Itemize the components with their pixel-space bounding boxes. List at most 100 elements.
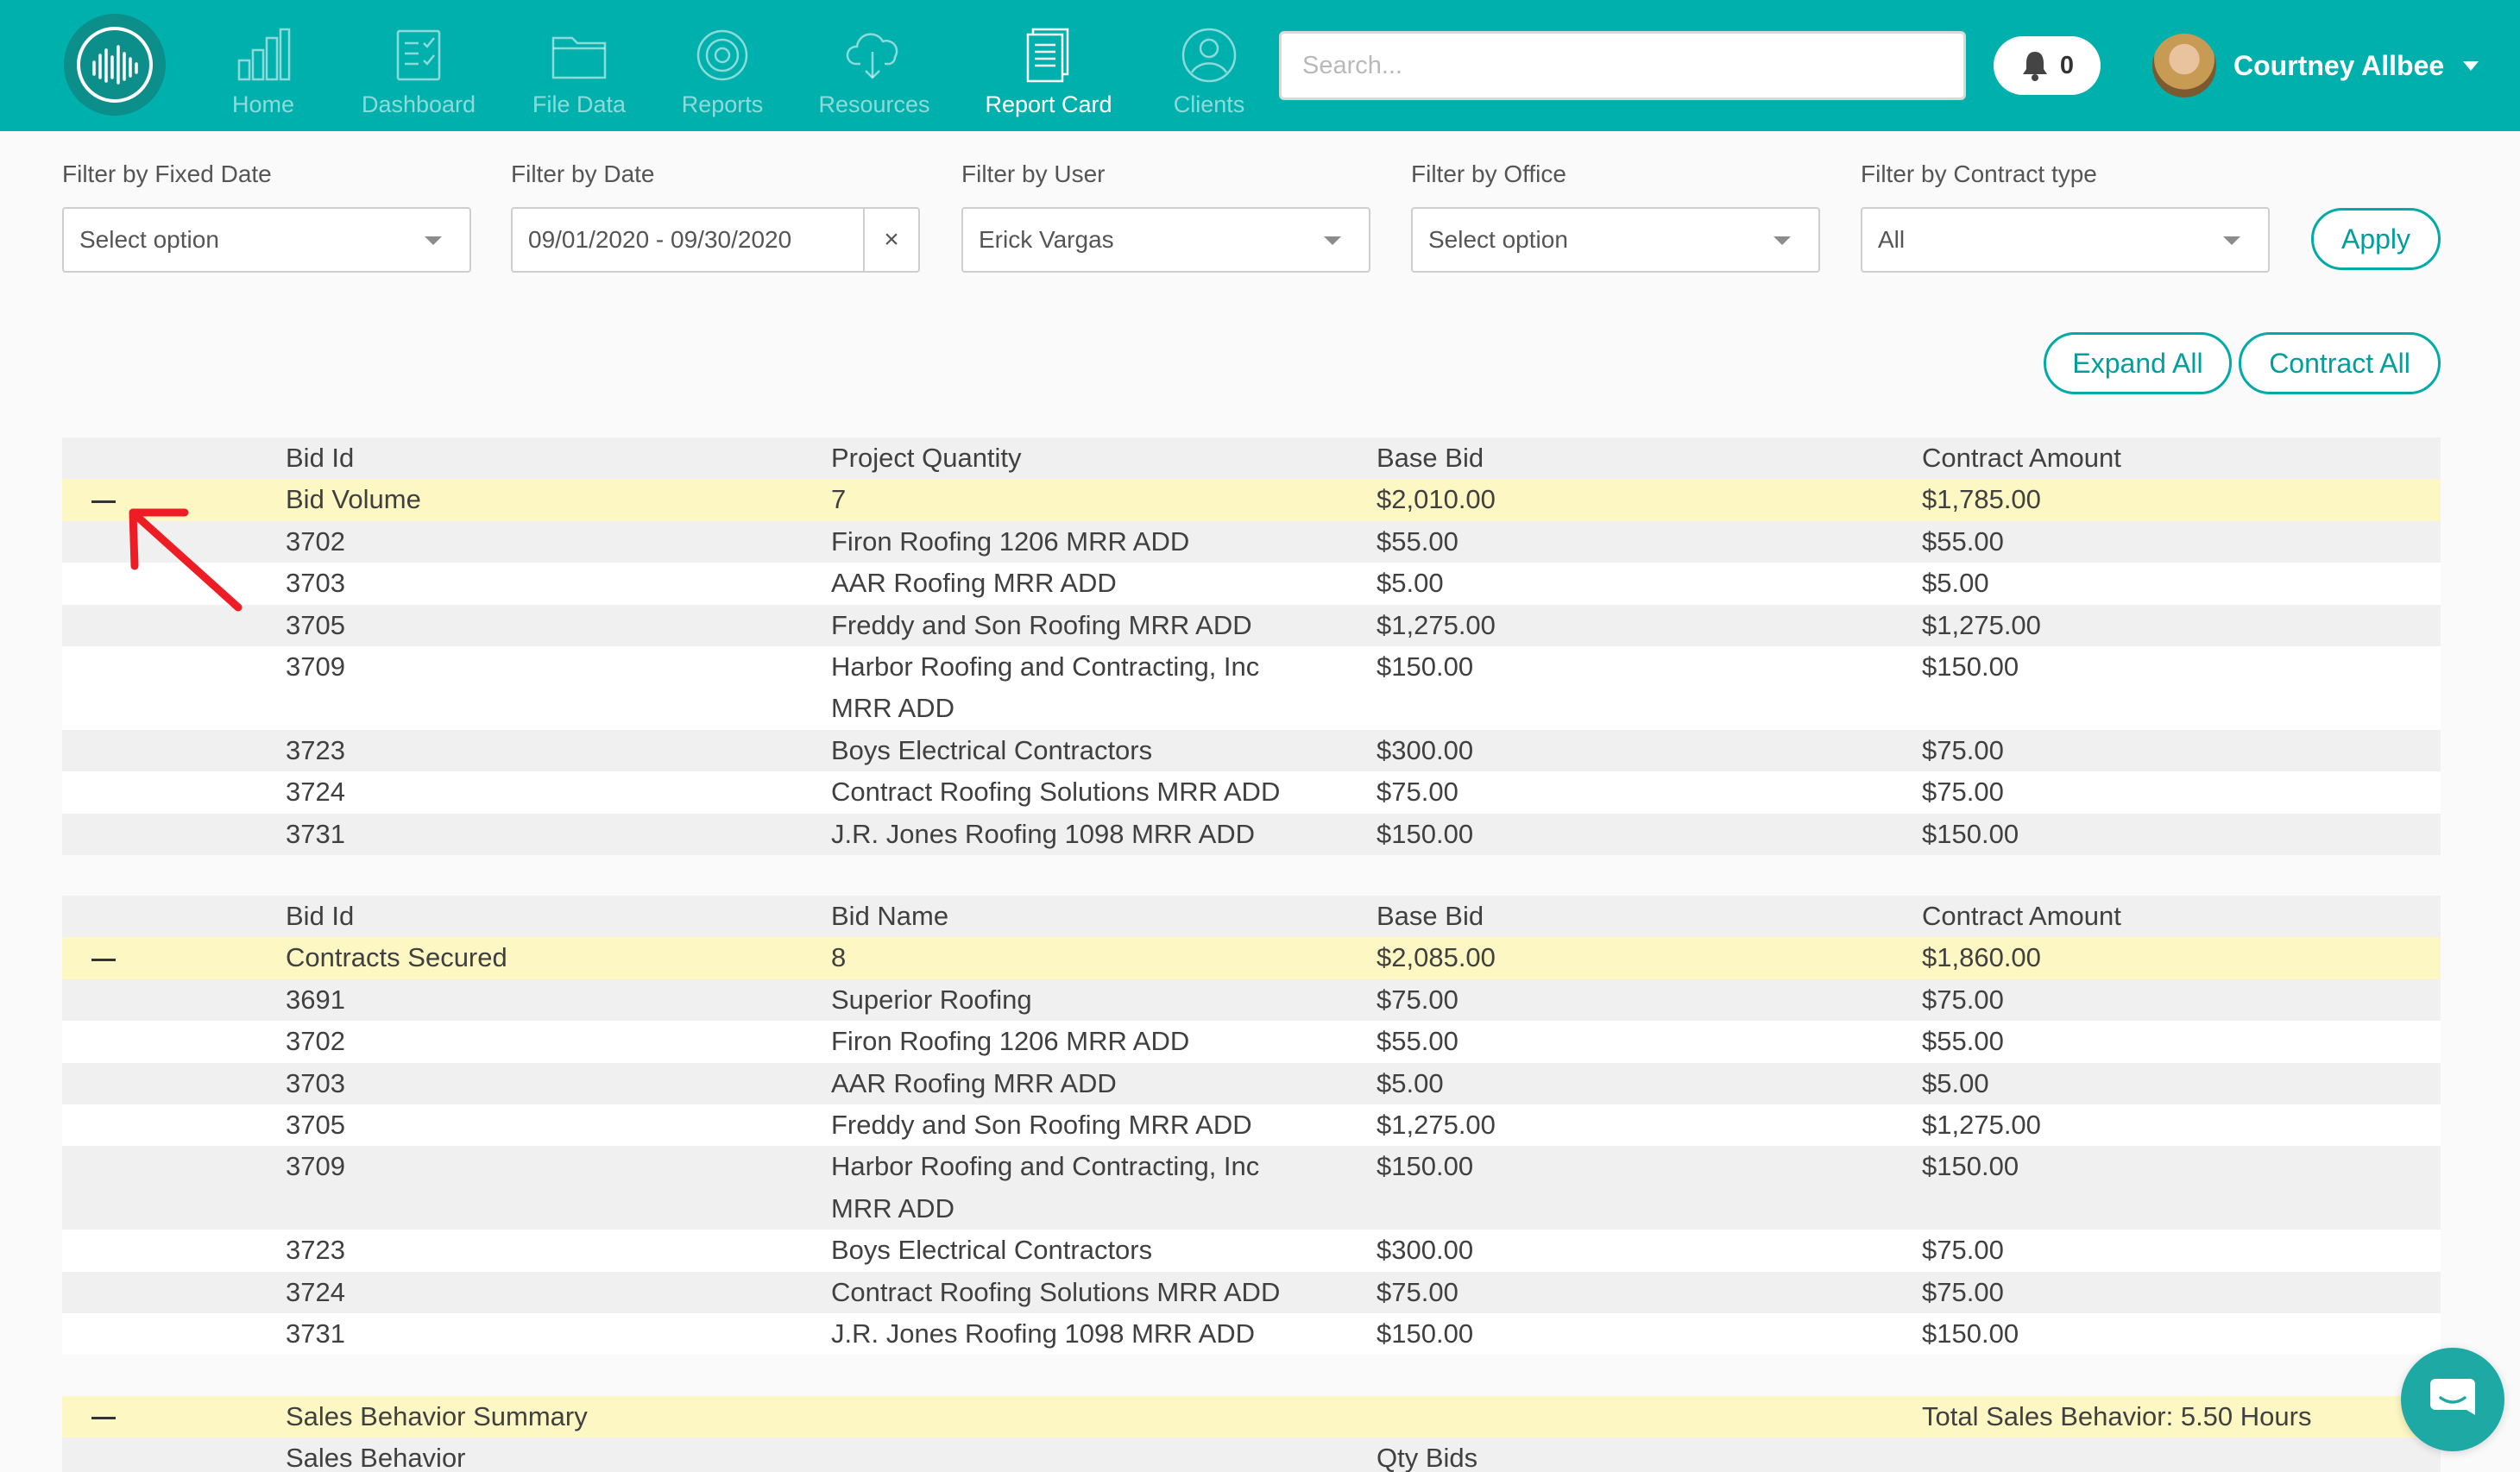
table-row: 3731 J.R. Jones Roofing 1098 MRR ADD $15… — [62, 1313, 2441, 1356]
nav-file-data[interactable]: File Data — [497, 26, 661, 121]
total-contract-amount: $1,785.00 — [1922, 479, 2441, 521]
logo-waveform-icon — [77, 27, 153, 103]
total-label: Bid Volume — [286, 479, 831, 521]
clipboard-check-icon — [396, 29, 441, 81]
dropdown-arrow-icon — [1773, 236, 1791, 245]
table-row: 3702 Firon Roofing 1206 MRR ADD $55.00 $… — [62, 1021, 2441, 1063]
cell-contract-amount: $5.00 — [1922, 1062, 2441, 1105]
collapse-icon[interactable] — [91, 958, 116, 961]
filter-fixed-date-value: Select option — [79, 226, 219, 253]
cell-base-bid: $75.00 — [1377, 978, 1922, 1022]
nav-resources[interactable]: Resources — [792, 26, 956, 121]
header-qty-bids: Qty Bids — [1377, 1437, 1922, 1472]
apply-button[interactable]: Apply — [2311, 208, 2441, 270]
target-icon — [696, 29, 748, 81]
table-row: 3709 Harbor Roofing and Contracting, Inc… — [62, 1146, 2441, 1230]
contracts-secured-table: Bid Id Bid Name Base Bid Contract Amount… — [62, 896, 2441, 1356]
cell-bid-name: Freddy and Son Roofing MRR ADD — [831, 1104, 1377, 1147]
chat-icon — [2430, 1379, 2475, 1415]
cell-bid-name: AAR Roofing MRR ADD — [831, 563, 1377, 605]
contracts-secured-total-row[interactable]: Contracts Secured 8 $2,085.00 $1,860.00 — [62, 937, 2441, 979]
cell-contract-amount: $150.00 — [1922, 1146, 2441, 1230]
nav-home[interactable]: Home — [181, 26, 345, 121]
sales-behavior-total: Total Sales Behavior: 5.50 Hours — [1922, 1396, 2441, 1438]
filter-user-select[interactable]: Erick Vargas — [961, 207, 1370, 273]
user-menu[interactable]: Courtney Allbee — [2152, 29, 2479, 102]
filter-date-label: Filter by Date — [511, 160, 655, 187]
cell-base-bid: $150.00 — [1377, 1146, 1922, 1230]
cell-contract-amount: $55.00 — [1922, 1021, 2441, 1063]
header-base-bid: Base Bid — [1377, 437, 1922, 480]
notifications-button[interactable]: 0 — [1994, 36, 2101, 95]
collapse-icon[interactable] — [91, 500, 116, 503]
user-circle-icon — [1181, 28, 1237, 83]
filter-office-value: Select option — [1428, 226, 1568, 253]
table-row: 3691 Superior Roofing $75.00 $75.00 — [62, 978, 2441, 1022]
bell-icon — [2022, 52, 2047, 81]
cell-bid-id: 3724 — [286, 771, 831, 814]
filter-office-select[interactable]: Select option — [1411, 207, 1820, 273]
cell-contract-amount: $1,275.00 — [1922, 1104, 2441, 1147]
cell-bid-id: 3709 — [286, 1146, 831, 1230]
cell-base-bid: $150.00 — [1377, 1313, 1922, 1356]
chat-launcher-button[interactable] — [2401, 1348, 2504, 1451]
sales-behavior-total-row[interactable]: Sales Behavior Summary Total Sales Behav… — [62, 1396, 2441, 1438]
total-base-bid: $2,010.00 — [1377, 479, 1922, 521]
chevron-down-icon — [2463, 60, 2479, 71]
bid-volume-total-row[interactable]: Bid Volume 7 $2,010.00 $1,785.00 — [62, 479, 2441, 521]
filter-office-label: Filter by Office — [1411, 160, 1566, 187]
filter-date-range-value[interactable]: 09/01/2020 - 09/30/2020 — [513, 226, 863, 254]
cell-bid-name: Freddy and Son Roofing MRR ADD — [831, 604, 1377, 647]
collapse-icon[interactable] — [91, 1417, 116, 1420]
cell-bid-name: AAR Roofing MRR ADD — [831, 1062, 1377, 1105]
clear-date-icon[interactable]: × — [863, 209, 918, 271]
dropdown-arrow-icon — [425, 236, 442, 245]
cell-base-bid: $300.00 — [1377, 1230, 1922, 1272]
document-icon — [1026, 28, 1069, 83]
cell-base-bid: $75.00 — [1377, 1271, 1922, 1314]
search-input[interactable] — [1279, 31, 1966, 100]
cell-bid-id: 3703 — [286, 563, 831, 605]
table-row: 3703 AAR Roofing MRR ADD $5.00 $5.00 — [62, 1062, 2441, 1105]
header-contract-amount: Contract Amount — [1922, 896, 2441, 938]
filter-contract-type-value: All — [1878, 226, 1906, 253]
cell-bid-name: Harbor Roofing and Contracting, Inc MRR … — [831, 651, 1260, 724]
table-row: 3705 Freddy and Son Roofing MRR ADD $1,2… — [62, 604, 2441, 647]
total-label: Contracts Secured — [286, 937, 831, 979]
cell-base-bid: $75.00 — [1377, 771, 1922, 814]
table-row: 3724 Contract Roofing Solutions MRR ADD … — [62, 1271, 2441, 1314]
cell-base-bid: $150.00 — [1377, 646, 1922, 730]
notification-count: 0 — [2059, 51, 2075, 79]
nav-reports[interactable]: Reports — [640, 26, 804, 121]
cell-bid-id: 3731 — [286, 813, 831, 856]
nav-report-card[interactable]: Report Card — [967, 26, 1131, 121]
cell-bid-id: 3702 — [286, 520, 831, 563]
cell-bid-id: 3691 — [286, 978, 831, 1022]
filter-contract-type-select[interactable]: All — [1861, 207, 2270, 273]
header-base-bid: Base Bid — [1377, 896, 1922, 938]
cell-contract-amount: $75.00 — [1922, 1271, 2441, 1314]
total-base-bid: $2,085.00 — [1377, 937, 1922, 979]
nav-label-home: Home — [231, 91, 295, 117]
filter-fixed-date-select[interactable]: Select option — [62, 207, 471, 273]
total-contract-amount: $1,860.00 — [1922, 937, 2441, 979]
nav-label-resources: Resources — [818, 91, 930, 117]
app-logo[interactable] — [64, 14, 166, 116]
filter-date-range-field[interactable]: 09/01/2020 - 09/30/2020 × — [511, 207, 920, 273]
annotation-arrow-icon — [129, 508, 243, 612]
user-name: Courtney Allbee — [2233, 49, 2445, 81]
cell-contract-amount: $75.00 — [1922, 771, 2441, 814]
nav-clients[interactable]: Clients — [1127, 26, 1291, 121]
table-row: 3709 Harbor Roofing and Contracting, Inc… — [62, 646, 2441, 730]
total-quantity: 8 — [831, 937, 1377, 979]
table-header-row: Bid Id Bid Name Base Bid Contract Amount — [62, 896, 2441, 938]
cell-base-bid: $1,275.00 — [1377, 1104, 1922, 1147]
expand-all-button[interactable]: Expand All — [2044, 332, 2232, 394]
nav-label-file-data: File Data — [532, 91, 627, 117]
nav-label-report-card: Report Card — [985, 91, 1112, 117]
nav-label-clients: Clients — [1173, 91, 1245, 117]
table-header-row: Bid Id Project Quantity Base Bid Contrac… — [62, 437, 2441, 480]
nav-dashboard[interactable]: Dashboard — [337, 26, 501, 121]
cell-bid-id: 3709 — [286, 646, 831, 730]
contract-all-button[interactable]: Contract All — [2239, 332, 2441, 394]
